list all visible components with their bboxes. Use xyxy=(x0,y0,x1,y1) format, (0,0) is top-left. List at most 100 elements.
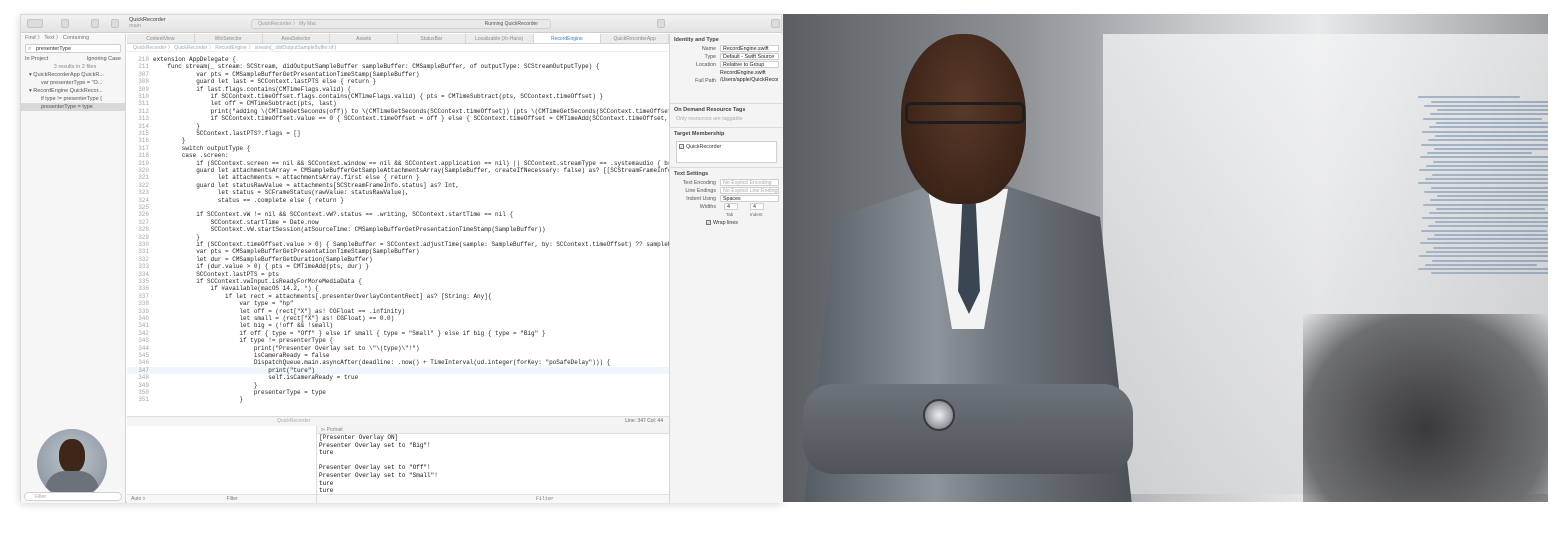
indent-select[interactable]: Spaces xyxy=(720,195,779,202)
line-number[interactable]: 343 xyxy=(127,337,149,344)
run-button[interactable] xyxy=(111,19,119,28)
code-line[interactable]: } xyxy=(153,137,186,144)
line-number[interactable]: 330 xyxy=(127,241,149,248)
code-line[interactable]: SCContext.startTime = Date.now xyxy=(153,219,319,226)
line-number[interactable]: 334 xyxy=(127,271,149,278)
code-line[interactable]: extension AppDelegate { xyxy=(153,56,236,63)
line-number[interactable]: 310 xyxy=(127,93,149,100)
code-line[interactable]: print("adding \(CMTimeGetSeconds(off)) t… xyxy=(153,108,669,115)
search-input[interactable]: presenterType xyxy=(25,44,121,53)
line-number[interactable]: 321 xyxy=(127,174,149,181)
encoding-select[interactable]: No Explicit Encoding xyxy=(720,179,779,186)
code-line[interactable]: SCContext.vW.startSession(atSourceTime: … xyxy=(153,226,546,233)
code-line[interactable]: let status = SCFrameStatus(rawValue: sta… xyxy=(153,189,409,196)
code-line[interactable]: } xyxy=(153,382,258,389)
tab-width-field[interactable]: 4 xyxy=(724,203,738,210)
line-number[interactable]: 328 xyxy=(127,226,149,233)
line-number[interactable]: 326 xyxy=(127,211,149,218)
scope-selector[interactable]: In Project xyxy=(25,56,48,62)
line-number[interactable]: 312 xyxy=(127,108,149,115)
auto-selector[interactable]: Auto ◊ xyxy=(131,496,145,502)
code-line[interactable]: guard let attachmentsArray = CMSampleBuf… xyxy=(153,167,669,174)
line-number[interactable]: 342 xyxy=(127,330,149,337)
code-area[interactable]: 210 extension AppDelegate {211 func strea… xyxy=(127,54,669,412)
code-line[interactable]: if type != presenterType { xyxy=(153,337,333,344)
result-file[interactable]: ▾ QuickRecorderApp QuickR... xyxy=(21,71,125,79)
line-number[interactable]: 344 xyxy=(127,345,149,352)
code-line[interactable]: let small = (rect["X"] as! CGFloat) == 0… xyxy=(153,315,394,322)
navigator-icon[interactable] xyxy=(61,19,69,28)
line-number[interactable]: 346 xyxy=(127,359,149,366)
code-line[interactable]: status == .complete else { return } xyxy=(153,197,344,204)
code-line[interactable]: if off { type = "Off" } else if small { … xyxy=(153,330,545,337)
code-line[interactable]: if SCContext.timeOffset.value == 0 { SCC… xyxy=(153,115,669,122)
code-line[interactable]: var pts = CMSampleBufferGetPresentationT… xyxy=(153,248,419,255)
case-option[interactable]: Ignoring Case xyxy=(87,55,121,63)
line-number[interactable]: 338 xyxy=(127,300,149,307)
code-line[interactable]: let big = (!off && !small) xyxy=(153,322,333,329)
code-line[interactable]: } xyxy=(153,123,200,130)
add-icon[interactable] xyxy=(657,19,665,28)
line-number[interactable]: 320 xyxy=(127,167,149,174)
sidebar-toggle-button[interactable] xyxy=(27,19,43,28)
line-number[interactable]: 211 xyxy=(127,63,149,70)
code-line[interactable]: case .screen: xyxy=(153,152,229,159)
indent-width-field[interactable]: 4 xyxy=(750,203,764,210)
line-number[interactable]: 318 xyxy=(127,152,149,159)
line-number[interactable]: 313 xyxy=(127,115,149,122)
code-line[interactable]: if SCContext.vwInput.isReadyForMoreMedia… xyxy=(153,278,362,285)
code-line[interactable]: if (dur.value > 0) { pts = CMTimeAdd(pts… xyxy=(153,263,369,270)
code-line[interactable]: if SCContext.timeOffset.flags.contains(C… xyxy=(153,93,603,100)
code-line[interactable]: guard let statusRawValue = attachments[S… xyxy=(153,182,459,189)
code-line[interactable]: DispatchQueue.main.asyncAfter(deadline: … xyxy=(153,359,610,366)
scheme-selector[interactable]: QuickRecorder main xyxy=(129,17,189,29)
result-item-selected[interactable]: presenterType = type xyxy=(21,103,125,111)
wrap-checkbox[interactable]: ✓ xyxy=(706,220,711,226)
line-number[interactable]: 332 xyxy=(127,256,149,263)
navigator-filter[interactable]: Filter xyxy=(24,492,122,501)
code-line[interactable]: print("Presenter Overlay set to \"\(type… xyxy=(153,345,420,352)
code-line[interactable]: SCContext.lastPTS = pts xyxy=(153,271,279,278)
inspector-toggle-button[interactable] xyxy=(771,19,780,28)
result-item[interactable]: if type != presenterType { xyxy=(21,95,125,103)
debug-target[interactable]: QuickRecorder xyxy=(127,418,310,424)
line-number[interactable]: 315 xyxy=(127,130,149,137)
code-line[interactable]: print("ture") xyxy=(153,367,315,374)
line-number[interactable]: 339 xyxy=(127,308,149,315)
line-number[interactable]: 323 xyxy=(127,189,149,196)
console-filter[interactable]: Filter xyxy=(536,496,554,502)
line-number[interactable]: 314 xyxy=(127,123,149,130)
find-mode[interactable]: Find 〉 Text 〉 Containing xyxy=(21,34,125,42)
code-line[interactable]: if SCContext.vW != nil && SCContext.vW?.… xyxy=(153,211,513,218)
line-number[interactable]: 322 xyxy=(127,182,149,189)
destination-label[interactable]: QuickRecorder 〉 My Mac xyxy=(258,21,317,27)
line-number[interactable]: 351 xyxy=(127,396,149,403)
code-line[interactable]: guard let last = SCContext.lastPTS else … xyxy=(153,78,376,85)
line-number[interactable]: 317 xyxy=(127,145,149,152)
code-line[interactable]: if let rect = attachments[.presenterOver… xyxy=(153,293,491,300)
code-line[interactable]: } xyxy=(153,396,243,403)
tab-areaselector[interactable]: AreaSelector xyxy=(263,34,331,43)
line-number[interactable]: 335 xyxy=(127,278,149,285)
tab-contentview[interactable]: ContentView xyxy=(127,34,195,43)
line-number[interactable]: 348 xyxy=(127,374,149,381)
variables-filter[interactable]: Filter xyxy=(227,496,238,502)
tab-winselector[interactable]: WinSelector xyxy=(195,34,263,43)
line-number[interactable]: 336 xyxy=(127,285,149,292)
line-number[interactable]: 329 xyxy=(127,234,149,241)
line-number[interactable]: 319 xyxy=(127,160,149,167)
tab-assets[interactable]: Assets xyxy=(330,34,398,43)
name-field[interactable]: RecordEngine.swift xyxy=(720,45,779,52)
line-number[interactable]: 316 xyxy=(127,137,149,144)
line-number[interactable]: 349 xyxy=(127,382,149,389)
tab-recordengine[interactable]: RecordEngine xyxy=(533,34,602,43)
line-number[interactable]: 324 xyxy=(127,197,149,204)
line-number[interactable]: 347 xyxy=(127,367,149,374)
code-line[interactable]: isCameraReady = false xyxy=(153,352,330,359)
code-line[interactable]: self.isCameraReady = true xyxy=(153,374,358,381)
tab-quickrecorderapp[interactable]: QuickRecorderApp xyxy=(601,34,669,43)
code-line[interactable]: var type = "hp" xyxy=(153,300,293,307)
stop-button[interactable] xyxy=(91,19,99,28)
tab-statusbar[interactable]: StatusBar xyxy=(398,34,466,43)
code-line[interactable]: let off = (rect["X"] as! CGFloat == .inf… xyxy=(153,308,405,315)
